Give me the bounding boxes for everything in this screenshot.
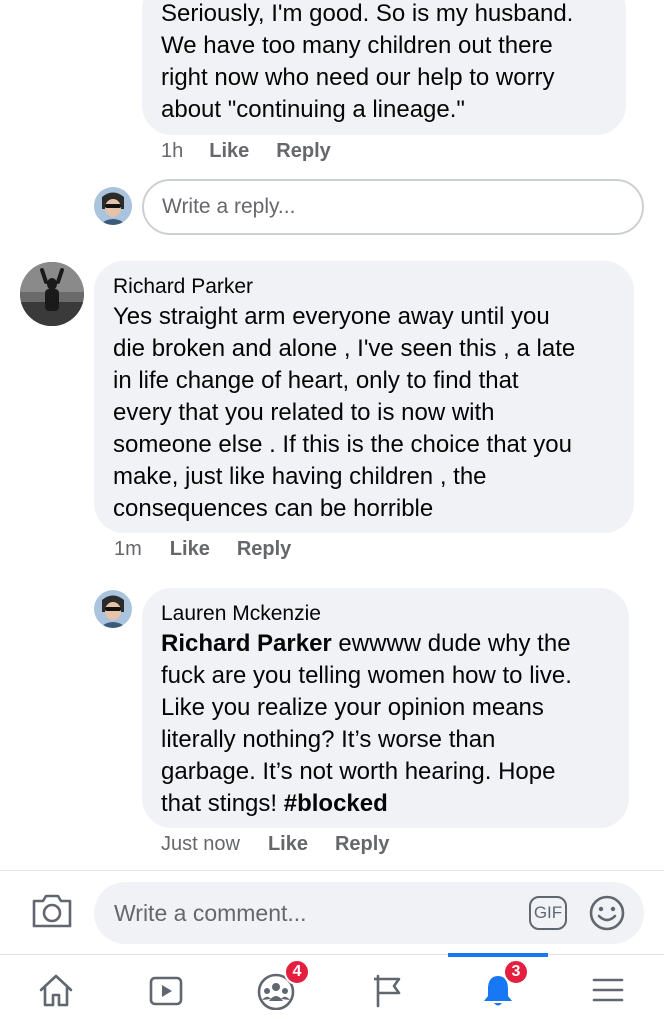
tab-notifications[interactable]: 3 [448,953,548,1024]
hashtag-link[interactable]: #blocked [284,790,388,817]
bottom-tab-bar: 4 3 [0,953,664,1024]
notifications-badge: 3 [503,959,529,985]
comment-bubble-1: Seriously, I'm good. So is my husband. W… [142,0,626,135]
reply-button[interactable]: Reply [276,140,330,163]
video-play-icon [149,976,183,1006]
comment-time: Just now [161,833,240,855]
comment-text-line1: ewwww dude why the [331,630,571,657]
comment-placeholder: Write a comment... [114,899,307,926]
comment-meta-2: 1m Like Reply [114,538,291,561]
tab-home[interactable] [16,955,96,1024]
comment-author[interactable]: Lauren Mckenzie [161,602,321,626]
reply-input[interactable]: Write a reply... [142,179,644,235]
groups-badge: 4 [284,959,310,985]
comment-time: 1h [161,140,184,162]
user-avatar-icon [20,262,84,326]
gif-button[interactable]: GIF [529,896,567,930]
avatar[interactable] [94,590,132,628]
like-button[interactable]: Like [170,538,210,561]
tab-pages[interactable] [348,955,428,1024]
tab-groups[interactable]: 4 [236,955,316,1024]
gif-label: GIF [533,903,563,922]
emoji-icon[interactable] [587,893,627,933]
avatar[interactable] [94,187,132,225]
user-avatar-icon [94,590,132,628]
camera-icon[interactable] [30,891,74,931]
comment-text: Richard Parker ewwww dude why the fuck a… [161,628,627,820]
comment-meta-3: Just now Like Reply [161,833,389,856]
like-button[interactable]: Like [268,833,308,856]
flag-icon [374,974,401,1008]
comment-author[interactable]: Richard Parker [113,275,253,299]
comment-bubble-2: Richard Parker Yes straight arm everyone… [94,261,634,533]
reply-placeholder: Write a reply... [162,195,296,218]
active-tab-indicator [448,953,548,957]
comment-bubble-3: Lauren Mckenzie Richard Parker ewwww dud… [142,588,629,828]
comment-text: Seriously, I'm good. So is my husband. W… [161,0,574,123]
reply-button[interactable]: Reply [237,538,291,561]
comment-text: Yes straight arm everyone away until you… [113,303,576,522]
comment-meta-1: 1h Like Reply [161,140,331,163]
like-button[interactable]: Like [209,140,249,163]
avatar[interactable] [20,262,84,326]
tab-watch[interactable] [126,955,206,1024]
menu-icon [592,978,624,1002]
user-avatar-icon [94,187,132,225]
mention-link[interactable]: Richard Parker [161,630,332,657]
reply-button[interactable]: Reply [335,833,389,856]
home-icon [39,974,73,1007]
tab-menu[interactable] [568,955,648,1024]
comment-time: 1m [114,538,142,560]
